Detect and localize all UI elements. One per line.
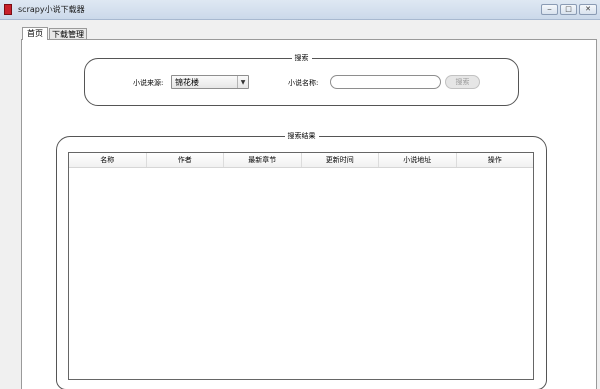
search-group-title: 搜索 (291, 53, 312, 63)
minimize-button[interactable]: ‒ (541, 4, 558, 15)
results-group-title: 搜索结果 (284, 131, 319, 141)
title-bar[interactable]: scrapy小说下载器 ‒ □ ✕ (0, 0, 600, 20)
novel-name-label: 小说名称: (288, 79, 319, 87)
source-dropdown[interactable]: 锦花楼 ▼ (171, 75, 249, 89)
close-icon: ✕ (585, 5, 591, 13)
main-window: scrapy小说下载器 ‒ □ ✕ 首页 下载管理 搜索 小说来源: 锦花楼 ▼… (0, 0, 600, 389)
app-book-icon (4, 4, 12, 15)
novel-name-input[interactable] (330, 75, 441, 89)
source-selected-value: 锦花楼 (175, 78, 199, 87)
search-button[interactable]: 搜索 (445, 75, 480, 89)
home-tab-page: 搜索 小说来源: 锦花楼 ▼ 小说名称: 搜索 搜索结果 名称 作者 最新章节 … (21, 39, 597, 389)
maximize-button[interactable]: □ (560, 4, 577, 15)
results-groupbox: 搜索结果 名称 作者 最新章节 更新时间 小说地址 操作 (56, 131, 547, 389)
source-label: 小说来源: (133, 79, 164, 87)
chevron-down-icon[interactable]: ▼ (237, 76, 248, 88)
maximize-icon: □ (565, 5, 572, 13)
tab-home[interactable]: 首页 (22, 27, 48, 40)
search-groupbox: 搜索 小说来源: 锦花楼 ▼ 小说名称: 搜索 (84, 53, 519, 106)
column-header-actions[interactable]: 操作 (457, 153, 534, 167)
window-title: scrapy小说下载器 (18, 5, 85, 14)
results-table[interactable]: 名称 作者 最新章节 更新时间 小说地址 操作 (68, 152, 534, 380)
column-header-update-time[interactable]: 更新时间 (302, 153, 379, 167)
column-header-author[interactable]: 作者 (147, 153, 224, 167)
minimize-icon: ‒ (547, 5, 552, 13)
column-header-name[interactable]: 名称 (69, 153, 147, 167)
table-body[interactable] (69, 168, 533, 379)
table-header: 名称 作者 最新章节 更新时间 小说地址 操作 (69, 153, 533, 168)
column-header-latest-chapter[interactable]: 最新章节 (224, 153, 302, 167)
close-button[interactable]: ✕ (579, 4, 597, 15)
column-header-novel-url[interactable]: 小说地址 (379, 153, 457, 167)
